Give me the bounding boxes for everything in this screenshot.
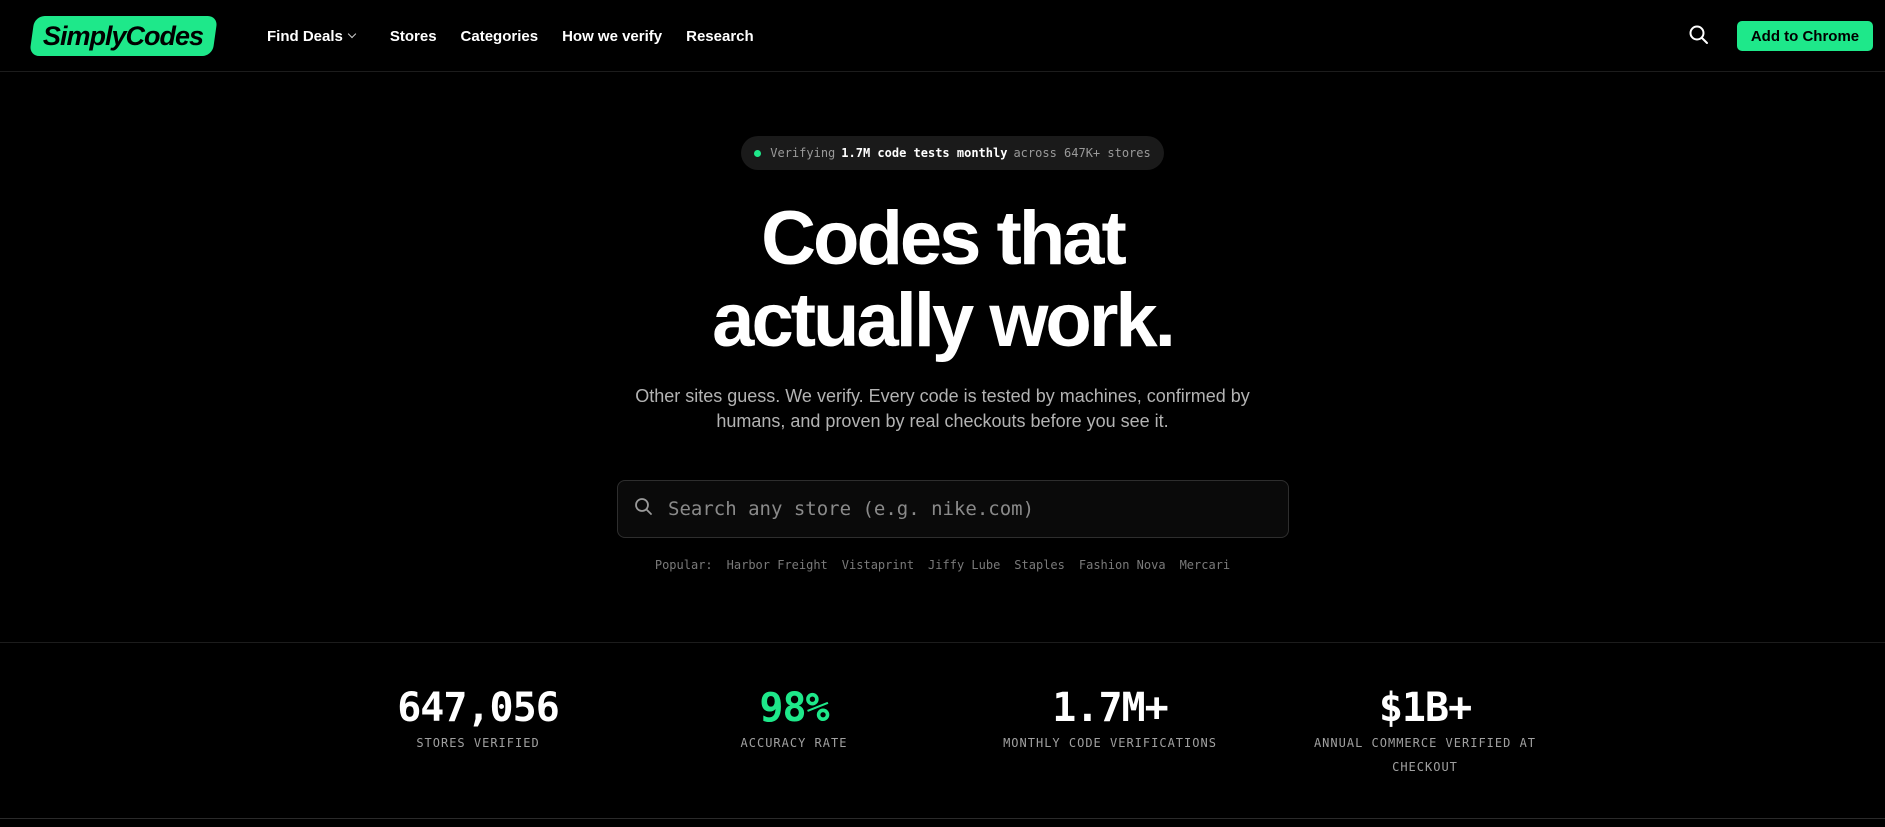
stat-value: 647,056	[397, 685, 560, 731]
nav-stores[interactable]: Stores	[390, 28, 437, 45]
popular-link[interactable]: Jiffy Lube	[928, 558, 1000, 572]
pill-prefix: Verifying	[770, 146, 836, 160]
verification-pill: Verifying 1.7M code tests monthly across…	[741, 136, 1164, 170]
nav-categories[interactable]: Categories	[461, 28, 539, 45]
store-search[interactable]	[617, 480, 1289, 538]
stat-value: 98%	[759, 685, 829, 731]
pill-suffix: across 647K+ stores	[1013, 146, 1151, 160]
page-title: Codes that actually work.	[0, 198, 1885, 362]
stat-value: 1.7M+	[1052, 685, 1168, 731]
nav-find-deals-label: Find Deals	[267, 27, 343, 45]
popular-link[interactable]: Staples	[1014, 558, 1065, 572]
popular-stores: Popular: Harbor Freight Vistaprint Jiffy…	[0, 558, 1885, 572]
nav-find-deals[interactable]: Find Deals	[267, 27, 357, 45]
popular-link[interactable]: Fashion Nova	[1079, 558, 1166, 572]
search-input[interactable]	[668, 498, 1288, 520]
hero-subtitle: Other sites guess. We verify. Every code…	[635, 386, 1250, 431]
stat-commerce: $1B+ ANNUAL COMMERCE VERIFIED AT CHECKOU…	[1305, 685, 1545, 779]
stats-section: 647,056 STORES VERIFIED 98% ACCURACY RAT…	[0, 642, 1885, 819]
stat-accuracy: 98% ACCURACY RATE	[694, 685, 894, 755]
nav-how-we-verify[interactable]: How we verify	[562, 28, 662, 45]
popular-link[interactable]: Harbor Freight	[727, 558, 828, 572]
stat-label: ANNUAL COMMERCE VERIFIED AT CHECKOUT	[1313, 736, 1537, 774]
logo-text: SimplyCodes	[43, 20, 204, 51]
popular-link[interactable]: Mercari	[1180, 558, 1231, 572]
search-icon	[634, 497, 654, 522]
add-to-chrome-button[interactable]: Add to Chrome	[1737, 21, 1873, 51]
site-header: SimplyCodes Find Deals Stores Categories…	[0, 0, 1885, 72]
search-icon[interactable]	[1688, 24, 1710, 46]
popular-link[interactable]: Vistaprint	[842, 558, 914, 572]
pill-bold: 1.7M code tests monthly	[841, 146, 1008, 160]
stat-value: $1B+	[1378, 685, 1472, 731]
headline-line-1: Codes that	[761, 196, 1127, 281]
headline-line-2: actually work.	[712, 278, 1176, 363]
popular-label: Popular:	[654, 558, 713, 572]
stat-stores: 647,056 STORES VERIFIED	[378, 685, 578, 755]
stat-label: ACCURACY RATE	[740, 736, 848, 750]
stat-label: MONTHLY CODE VERIFICATIONS	[1003, 736, 1217, 750]
status-dot-icon	[754, 149, 762, 157]
main-nav: Find Deals Stores Categories How we veri…	[267, 0, 778, 72]
stat-verifications: 1.7M+ MONTHLY CODE VERIFICATIONS	[990, 685, 1230, 755]
logo[interactable]: SimplyCodes	[29, 16, 218, 56]
stat-label: STORES VERIFIED	[416, 736, 540, 750]
nav-research[interactable]: Research	[686, 28, 754, 45]
chevron-down-icon	[347, 29, 357, 39]
